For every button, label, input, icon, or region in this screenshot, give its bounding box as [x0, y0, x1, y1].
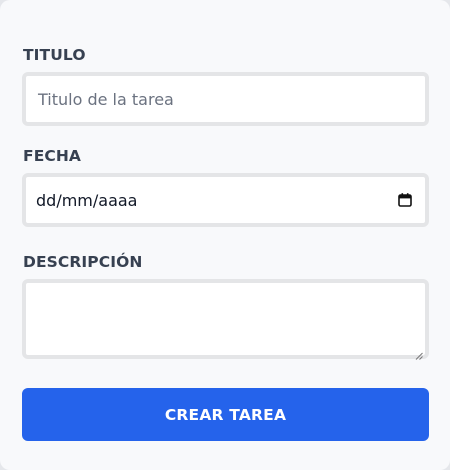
titulo-placeholder: Titulo de la tarea: [38, 89, 174, 109]
create-task-button[interactable]: CREAR TAREA: [22, 388, 429, 441]
titulo-label: TITULO: [23, 46, 86, 64]
fecha-value: dd/mm/aaaa: [36, 190, 138, 210]
titulo-input[interactable]: Titulo de la tarea: [22, 72, 429, 126]
descripcion-textarea[interactable]: [22, 279, 429, 360]
descripcion-label: DESCRIPCIÓN: [23, 253, 143, 271]
resize-handle-icon[interactable]: [415, 345, 423, 360]
fecha-label: FECHA: [23, 147, 82, 165]
calendar-icon[interactable]: [397, 192, 413, 208]
fecha-input[interactable]: dd/mm/aaaa: [22, 173, 429, 227]
task-form-card: TITULO Titulo de la tarea FECHA dd/mm/aa…: [0, 0, 450, 470]
